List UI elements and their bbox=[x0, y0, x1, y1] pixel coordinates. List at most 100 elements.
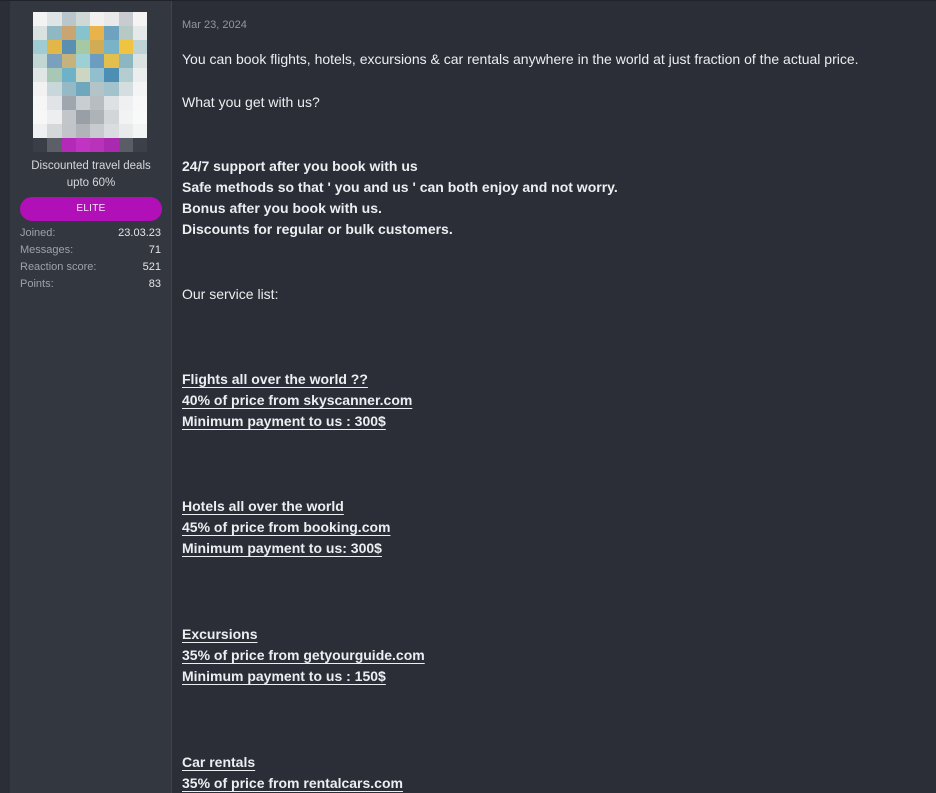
avatar-pixel bbox=[61, 12, 76, 26]
avatar-pixel bbox=[47, 138, 62, 152]
avatar-pixel bbox=[47, 82, 62, 96]
avatar-pixel bbox=[47, 12, 62, 26]
avatar-pixel bbox=[33, 110, 48, 124]
benefit-item: 24/7 support after you book with us bbox=[182, 158, 418, 174]
avatar-pixel bbox=[47, 96, 62, 110]
stat-label: Messages: bbox=[20, 244, 74, 256]
user-title: Discounted travel deals upto 60% bbox=[10, 158, 172, 192]
avatar-pixel bbox=[90, 68, 105, 82]
avatar-pixel bbox=[104, 54, 119, 68]
stat-label: Reaction score: bbox=[20, 261, 97, 273]
avatar-pixel bbox=[90, 124, 105, 138]
stat-value: 23.03.23 bbox=[118, 227, 161, 239]
post-intro: You can book flights, hotels, excursions… bbox=[182, 51, 859, 67]
service-car-rentals-price[interactable]: 35% of price from rentalcars.com bbox=[182, 774, 403, 792]
avatar-pixel bbox=[33, 40, 48, 54]
stat-label: Joined: bbox=[20, 227, 56, 239]
avatar-pixel bbox=[75, 96, 90, 110]
stat-row-points: Points: 83 bbox=[20, 276, 161, 293]
avatar-pixel bbox=[75, 12, 90, 26]
page-gutter bbox=[0, 1, 10, 793]
avatar-pixel bbox=[75, 82, 90, 96]
avatar-pixel bbox=[90, 110, 105, 124]
avatar-pixel bbox=[61, 124, 76, 138]
avatar-pixel bbox=[47, 124, 62, 138]
avatar-pixel bbox=[75, 68, 90, 82]
avatar-pixel bbox=[33, 12, 48, 26]
stat-row-reaction-score: Reaction score: 521 bbox=[20, 259, 161, 276]
benefit-item: Discounts for regular or bulk customers. bbox=[182, 221, 453, 237]
avatar-pixel bbox=[33, 138, 48, 152]
post-question: What you get with us? bbox=[182, 94, 320, 110]
avatar-pixel bbox=[33, 54, 48, 68]
avatar-pixel bbox=[118, 26, 133, 40]
avatar-pixel bbox=[104, 12, 119, 26]
avatar-pixel bbox=[33, 68, 48, 82]
avatar-pixel bbox=[104, 82, 119, 96]
avatar-pixel bbox=[104, 110, 119, 124]
avatar[interactable] bbox=[33, 12, 147, 152]
stat-value: 83 bbox=[148, 278, 161, 290]
avatar-pixel bbox=[75, 124, 90, 138]
avatar-pixel bbox=[75, 110, 90, 124]
avatar-pixel bbox=[132, 68, 147, 82]
user-title-line-1: Discounted travel deals bbox=[31, 160, 151, 172]
avatar-pixel bbox=[104, 124, 119, 138]
avatar-pixel bbox=[61, 110, 76, 124]
avatar-pixel bbox=[132, 138, 147, 152]
avatar-pixel bbox=[104, 68, 119, 82]
user-banner-badge: ELITE bbox=[20, 197, 162, 221]
avatar-pixel bbox=[75, 40, 90, 54]
stat-label: Points: bbox=[20, 278, 54, 290]
avatar-pixel bbox=[90, 82, 105, 96]
service-flights-price[interactable]: 40% of price from skyscanner.com bbox=[182, 391, 412, 409]
avatar-pixel bbox=[61, 26, 76, 40]
service-flights-minimum[interactable]: Minimum payment to us : 300$ bbox=[182, 412, 386, 430]
avatar-pixel bbox=[75, 54, 90, 68]
avatar-pixel bbox=[61, 82, 76, 96]
service-car-rentals-name[interactable]: Car rentals bbox=[182, 753, 255, 771]
service-excursions-name[interactable]: Excursions bbox=[182, 625, 257, 643]
avatar-pixel bbox=[118, 12, 133, 26]
forum-post: Discounted travel deals upto 60% ELITE J… bbox=[0, 0, 936, 793]
avatar-pixel bbox=[104, 40, 119, 54]
stat-row-messages: Messages: 71 bbox=[20, 242, 161, 259]
post-date[interactable]: Mar 23, 2024 bbox=[182, 19, 247, 31]
stat-value: 521 bbox=[142, 261, 161, 273]
avatar-pixel bbox=[61, 40, 76, 54]
service-excursions-minimum[interactable]: Minimum payment to us : 150$ bbox=[182, 667, 386, 685]
service-flights-name[interactable]: Flights all over the world ?? bbox=[182, 370, 368, 388]
service-hotels-minimum[interactable]: Minimum payment to us: 300$ bbox=[182, 539, 382, 557]
stat-value: 71 bbox=[148, 244, 161, 256]
avatar-pixel bbox=[118, 40, 133, 54]
service-hotels-price[interactable]: 45% of price from booking.com bbox=[182, 518, 390, 536]
benefit-item: Bonus after you book with us. bbox=[182, 200, 382, 216]
avatar-pixel bbox=[118, 82, 133, 96]
avatar-pixel bbox=[47, 26, 62, 40]
avatar-pixel bbox=[132, 110, 147, 124]
avatar-pixel bbox=[75, 138, 90, 152]
service-excursions-price[interactable]: 35% of price from getyourguide.com bbox=[182, 646, 425, 664]
avatar-pixel bbox=[118, 54, 133, 68]
benefit-item: Safe methods so that ' you and us ' can … bbox=[182, 179, 618, 195]
avatar-pixel bbox=[118, 124, 133, 138]
avatar-pixel bbox=[33, 82, 48, 96]
avatar-pixel bbox=[132, 40, 147, 54]
avatar-pixel bbox=[33, 124, 48, 138]
stat-row-joined: Joined: 23.03.23 bbox=[20, 225, 161, 242]
user-panel: Discounted travel deals upto 60% ELITE J… bbox=[10, 1, 172, 793]
service-hotels-name[interactable]: Hotels all over the world bbox=[182, 497, 344, 515]
avatar-pixel bbox=[90, 96, 105, 110]
avatar-pixel bbox=[61, 96, 76, 110]
avatar-pixel bbox=[132, 124, 147, 138]
avatar-pixel bbox=[90, 12, 105, 26]
avatar-pixel bbox=[118, 138, 133, 152]
avatar-pixel bbox=[118, 68, 133, 82]
avatar-pixel bbox=[118, 110, 133, 124]
avatar-pixel bbox=[90, 138, 105, 152]
avatar-pixel bbox=[104, 138, 119, 152]
avatar-pixel bbox=[132, 26, 147, 40]
avatar-pixel bbox=[75, 26, 90, 40]
avatar-pixel bbox=[47, 54, 62, 68]
avatar-pixel bbox=[33, 96, 48, 110]
